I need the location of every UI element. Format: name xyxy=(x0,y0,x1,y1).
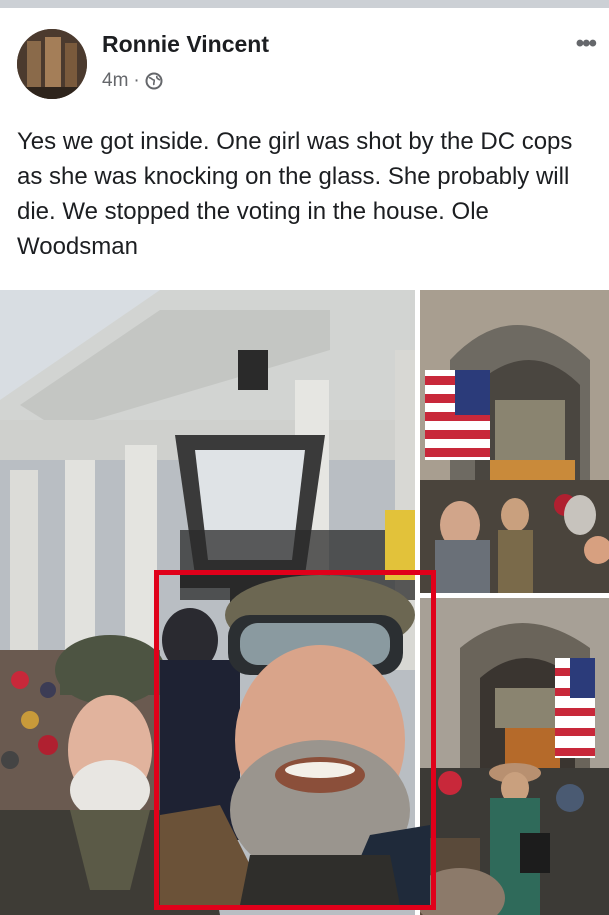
post-time[interactable]: 4m xyxy=(102,70,128,92)
author-name[interactable]: Ronnie Vincent xyxy=(102,31,269,58)
post-text: Yes we got inside. One girl was shot by … xyxy=(17,128,573,260)
doorway-crowd-image xyxy=(420,598,609,915)
photo-doorway-flag[interactable] xyxy=(420,290,609,593)
more-options-icon[interactable]: ••• xyxy=(576,30,597,58)
photo-gallery xyxy=(0,290,609,915)
meta-separator: · xyxy=(133,70,140,91)
top-divider xyxy=(0,0,609,8)
doorway-flag-image xyxy=(420,290,609,593)
highlight-box xyxy=(154,570,436,910)
post-meta: 4m · xyxy=(102,70,163,92)
avatar[interactable] xyxy=(17,29,87,99)
globe-icon xyxy=(145,72,163,90)
avatar-image xyxy=(17,29,87,99)
photo-doorway-crowd[interactable] xyxy=(420,598,609,915)
